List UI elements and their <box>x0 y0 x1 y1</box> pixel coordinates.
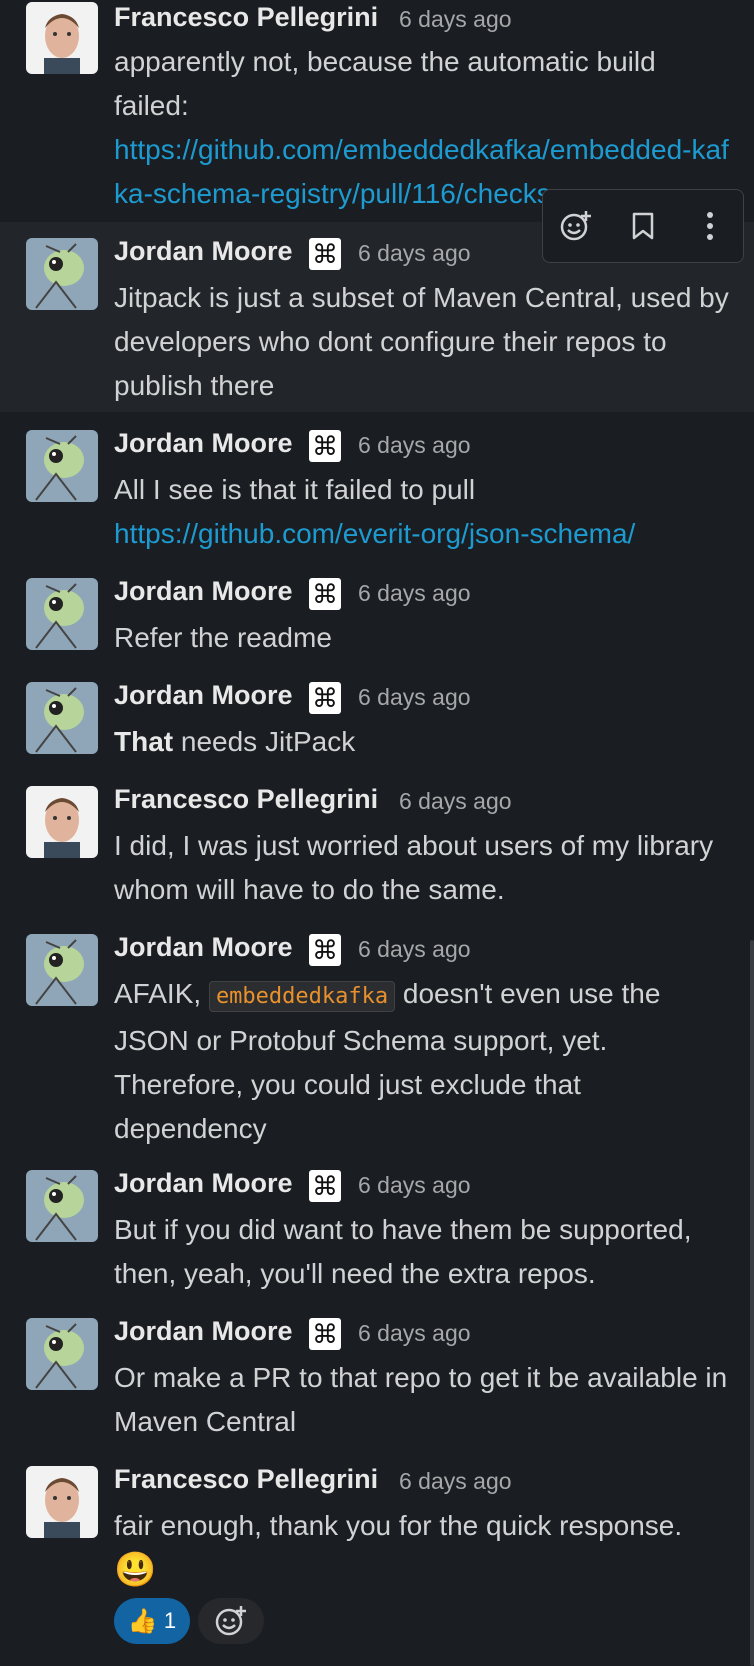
more-actions-icon[interactable] <box>688 204 732 248</box>
command-key-badge-icon: ⌘ <box>309 682 341 714</box>
thumbs-up-icon: 👍 <box>127 1607 158 1635</box>
message-3: Jordan Moore ⌘ 6 days ago Refer the read… <box>0 558 754 662</box>
timestamp[interactable]: 6 days ago <box>358 432 471 459</box>
timestamp[interactable]: 6 days ago <box>399 788 512 815</box>
timestamp[interactable]: 6 days ago <box>358 580 471 607</box>
command-key-badge-icon: ⌘ <box>309 1318 341 1350</box>
avatar[interactable] <box>26 1170 98 1242</box>
timestamp[interactable]: 6 days ago <box>358 1320 471 1347</box>
author-name[interactable]: Jordan Moore <box>114 1316 293 1347</box>
message-text: Or make a PR to that repo to get it be a… <box>114 1362 728 1437</box>
message-text: But if you did want to have them be supp… <box>114 1214 692 1289</box>
thumbs-up-reaction[interactable]: 👍 1 <box>114 1598 190 1644</box>
message-link[interactable]: https://github.com/everit-org/json-schem… <box>114 518 635 549</box>
inline-code: embeddedkafka <box>208 981 396 1012</box>
author-name[interactable]: Jordan Moore <box>114 576 293 607</box>
command-key-badge-icon: ⌘ <box>309 430 341 462</box>
avatar[interactable] <box>26 786 98 858</box>
author-name[interactable]: Jordan Moore <box>114 932 293 963</box>
author-name[interactable]: Francesco Pellegrini <box>114 784 378 815</box>
timestamp[interactable]: 6 days ago <box>358 1172 471 1199</box>
avatar[interactable] <box>26 1466 98 1538</box>
timestamp[interactable]: 6 days ago <box>358 936 471 963</box>
author-name[interactable]: Francesco Pellegrini <box>114 2 378 33</box>
command-key-badge-icon: ⌘ <box>309 238 341 270</box>
author-name[interactable]: Francesco Pellegrini <box>114 1464 378 1495</box>
avatar[interactable] <box>26 430 98 502</box>
avatar[interactable] <box>26 578 98 650</box>
message-text: Refer the readme <box>114 622 332 653</box>
message-8: Jordan Moore ⌘ 6 days ago Or make a PR t… <box>0 1298 754 1446</box>
avatar[interactable] <box>26 238 98 310</box>
timestamp[interactable]: 6 days ago <box>358 684 471 711</box>
command-key-badge-icon: ⌘ <box>309 934 341 966</box>
message-text: That needs JitPack <box>114 726 356 757</box>
add-reaction-button[interactable] <box>198 1598 264 1644</box>
avatar[interactable] <box>26 682 98 754</box>
timestamp[interactable]: 6 days ago <box>358 240 471 267</box>
message-text: I did, I was just worried about users of… <box>114 830 714 905</box>
message-6: Jordan Moore ⌘ 6 days ago AFAIK, embedde… <box>0 914 754 1150</box>
avatar[interactable] <box>26 2 98 74</box>
smiley-emoji: 😃 <box>114 1551 157 1589</box>
author-name[interactable]: Jordan Moore <box>114 1168 293 1199</box>
avatar[interactable] <box>26 934 98 1006</box>
author-name[interactable]: Jordan Moore <box>114 236 293 267</box>
message-text: AFAIK, embeddedkafka doesn't even use th… <box>114 978 661 1144</box>
message-text: fair enough, thank you for the quick res… <box>114 1510 683 1589</box>
message-text: Jitpack is just a subset of Maven Centra… <box>114 282 729 401</box>
scrollbar[interactable] <box>750 940 754 1666</box>
add-reaction-icon[interactable] <box>554 204 598 248</box>
timestamp[interactable]: 6 days ago <box>399 1468 512 1495</box>
timestamp[interactable]: 6 days ago <box>399 6 512 33</box>
message-text: All I see is that it failed to pull http… <box>114 474 636 549</box>
message-2: Jordan Moore ⌘ 6 days ago All I see is t… <box>0 412 754 558</box>
message-7: Jordan Moore ⌘ 6 days ago But if you did… <box>0 1150 754 1298</box>
add-reaction-icon <box>215 1606 246 1636</box>
avatar[interactable] <box>26 1318 98 1390</box>
message-9: Francesco Pellegrini 6 days ago fair eno… <box>0 1446 754 1666</box>
reaction-count: 1 <box>163 1608 177 1633</box>
author-name[interactable]: Jordan Moore <box>114 428 293 459</box>
message-actions-toolbar <box>542 189 744 263</box>
author-name[interactable]: Jordan Moore <box>114 680 293 711</box>
command-key-badge-icon: ⌘ <box>309 578 341 610</box>
message-4: Jordan Moore ⌘ 6 days ago That needs Jit… <box>0 662 754 766</box>
bookmark-icon[interactable] <box>621 204 665 248</box>
command-key-badge-icon: ⌘ <box>309 1170 341 1202</box>
message-5: Francesco Pellegrini 6 days ago I did, I… <box>0 766 754 914</box>
